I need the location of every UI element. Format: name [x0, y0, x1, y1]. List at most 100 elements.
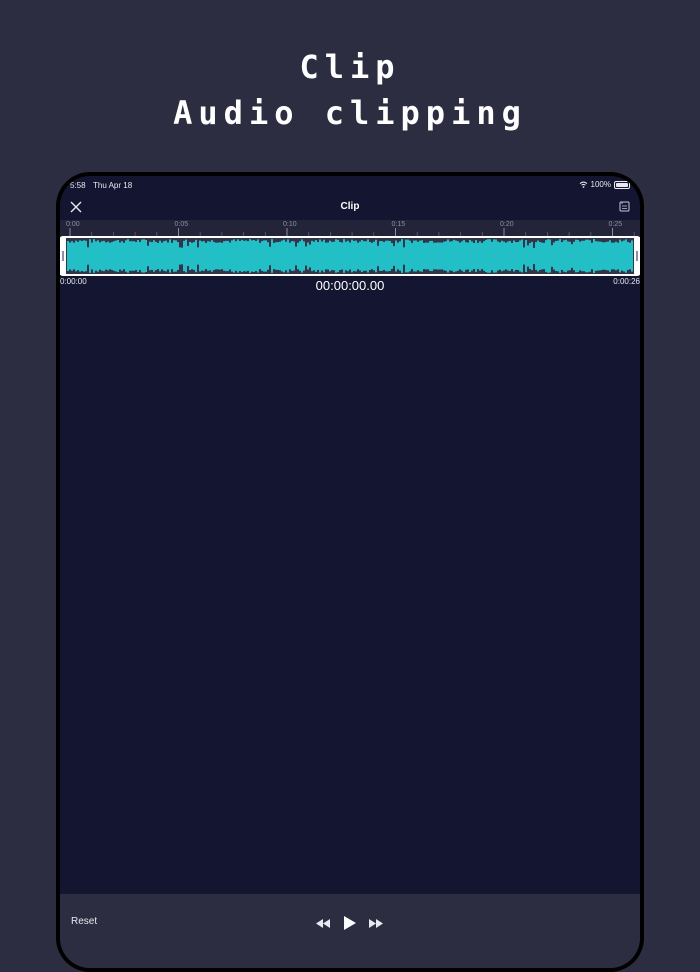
- ruler-label: 0:20: [500, 221, 514, 228]
- waveform-bar: [337, 239, 339, 273]
- waveform-bar: [243, 240, 245, 272]
- waveform-bar: [153, 240, 155, 272]
- waveform-bar: [149, 241, 151, 271]
- waveform-bar: [275, 242, 277, 270]
- waveform-bar: [605, 241, 607, 271]
- waveform-bar: [469, 239, 471, 273]
- waveform-bar: [105, 242, 107, 270]
- waveform-bar: [601, 242, 603, 270]
- waveform-bar: [205, 242, 207, 270]
- waveform-bar: [347, 240, 349, 272]
- waveform-bar: [309, 244, 311, 268]
- waveform-bar: [617, 242, 619, 270]
- waveform-bar: [611, 242, 613, 270]
- waveform-selection[interactable]: [60, 236, 640, 276]
- play-icon[interactable]: [344, 916, 356, 930]
- waveform-bar: [513, 240, 515, 272]
- waveform-bar: [375, 239, 377, 273]
- waveform-bar: [123, 242, 125, 270]
- waveform-bar: [181, 247, 183, 265]
- fast-forward-icon[interactable]: [369, 919, 383, 928]
- waveform-bar: [167, 242, 169, 270]
- waveform-bar: [547, 239, 549, 273]
- time-ruler[interactable]: 0:00 0:05 0:10 0:15 0:20 0:25: [60, 220, 640, 236]
- status-bar: 5:58 Thu Apr 18 100%: [60, 179, 640, 193]
- waveform-bar: [91, 242, 93, 270]
- waveform-bar: [253, 239, 255, 273]
- waveform-bar: [491, 241, 493, 271]
- waveform-bar: [399, 241, 401, 271]
- waveform-bar: [291, 241, 293, 271]
- waveform-bar: [409, 240, 411, 272]
- waveform-bar: [141, 239, 143, 273]
- waveform-bar: [583, 240, 585, 272]
- waveform-bar: [477, 242, 479, 270]
- navigation-bar: Clip: [60, 196, 640, 220]
- waveform-bar: [507, 241, 509, 271]
- waveform-bar: [221, 242, 223, 270]
- waveform-bar: [465, 242, 467, 270]
- waveform-bar: [93, 239, 95, 273]
- waveform-bar: [615, 241, 617, 271]
- waveform-bar: [119, 242, 121, 270]
- waveform-bar: [371, 242, 373, 270]
- waveform-bar: [187, 246, 189, 266]
- waveform-bar: [587, 239, 589, 273]
- waveform-bar: [437, 242, 439, 270]
- waveform-bar: [155, 241, 157, 271]
- waveform-bar: [259, 242, 261, 270]
- waveform-bar: [483, 241, 485, 271]
- waveform-bar: [595, 241, 597, 271]
- waveform-bar: [563, 240, 565, 272]
- waveform-bar: [471, 241, 473, 271]
- waveform-bar: [301, 239, 303, 273]
- ruler-label: 0:15: [391, 221, 406, 228]
- waveform-bar: [213, 241, 215, 271]
- waveform-bar: [441, 242, 443, 270]
- waveform-bar: [543, 242, 545, 270]
- waveform-bar: [381, 241, 383, 271]
- waveform-bar: [625, 239, 627, 273]
- waveform-bar: [439, 242, 441, 270]
- waveform-bar: [113, 241, 115, 271]
- waveform-bar: [329, 240, 331, 272]
- waveform-bar: [419, 240, 421, 272]
- rewind-icon[interactable]: [316, 919, 330, 928]
- waveform-bar: [143, 239, 145, 273]
- waveform-bar: [349, 242, 351, 270]
- ruler-label: 0:10: [283, 221, 297, 228]
- waveform-bar: [191, 242, 193, 270]
- waveform-bar: [265, 240, 267, 272]
- waveform-bar: [599, 241, 601, 271]
- waveform-bar: [125, 240, 127, 272]
- waveform-bar: [145, 240, 147, 272]
- waveform-bar: [609, 240, 611, 272]
- save-icon[interactable]: [619, 201, 630, 212]
- waveform-bar: [417, 241, 419, 271]
- waveform-bar: [415, 240, 417, 272]
- waveform-bar: [533, 247, 535, 265]
- waveform-bar: [565, 239, 567, 273]
- waveform-bar: [389, 241, 391, 271]
- waveform-bar: [271, 239, 273, 273]
- waveform-bar: [311, 240, 313, 272]
- waveform-bar: [413, 240, 415, 272]
- waveform-bar: [209, 241, 211, 271]
- waveform-bar: [109, 242, 111, 270]
- waveform-bar: [285, 241, 287, 271]
- waveform-bar: [571, 244, 573, 268]
- waveform-bar: [383, 242, 385, 270]
- waveform-bar: [73, 242, 75, 270]
- waveform-bar: [279, 241, 281, 271]
- waveform-bar: [427, 242, 429, 270]
- waveform-bar: [267, 242, 269, 270]
- waveform-bar: [473, 242, 475, 270]
- waveform-bar: [129, 241, 131, 271]
- waveform-bar: [151, 242, 153, 270]
- waveform-bar: [87, 247, 89, 265]
- waveform-bar: [539, 241, 541, 271]
- waveform-bar: [289, 242, 291, 270]
- waveform-bar: [453, 239, 455, 273]
- waveform-bar: [365, 241, 367, 271]
- waveform-bar: [607, 241, 609, 271]
